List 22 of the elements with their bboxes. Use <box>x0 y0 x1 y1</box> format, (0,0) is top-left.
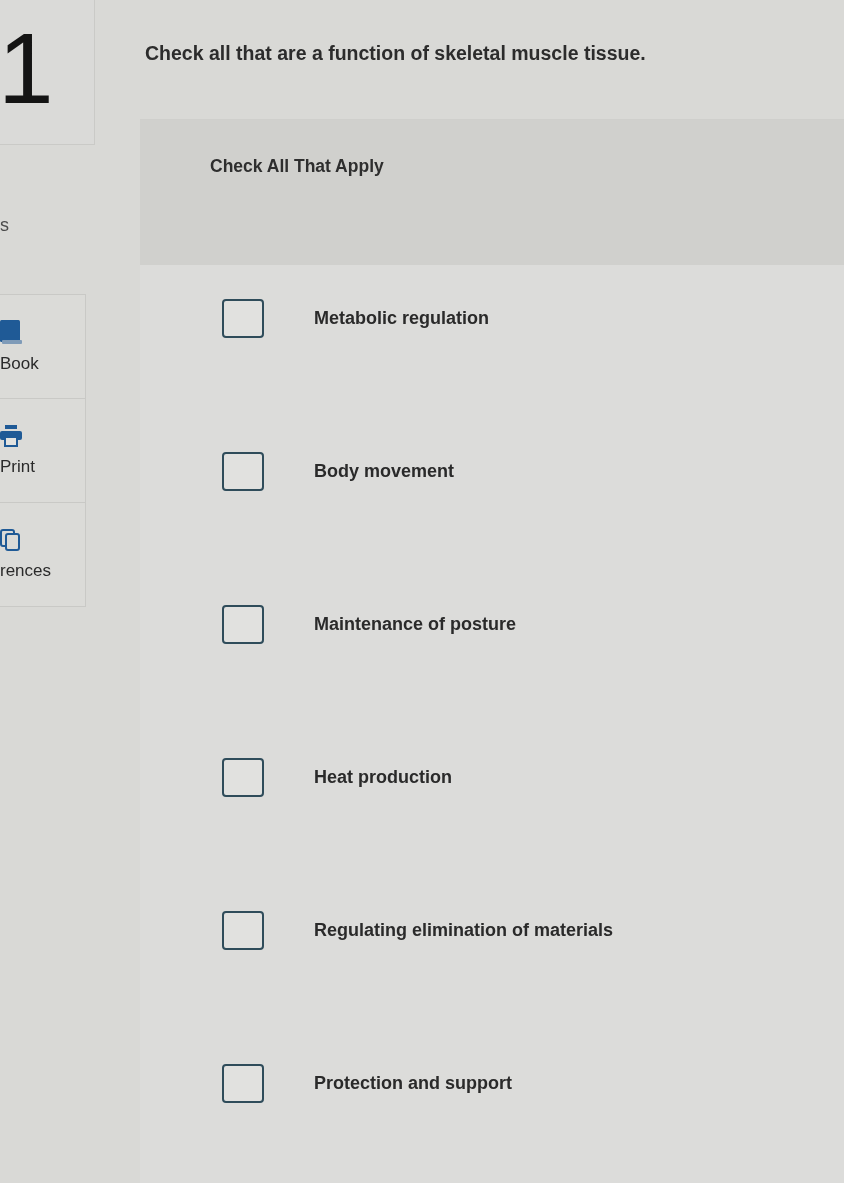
instruction-text: Check All That Apply <box>210 156 384 176</box>
checkbox[interactable] <box>222 451 264 491</box>
copy-icon <box>0 528 20 551</box>
checkbox[interactable] <box>222 757 264 797</box>
printer-icon <box>0 424 22 447</box>
checkbox[interactable] <box>222 298 264 338</box>
option-label: Heat production <box>314 766 452 788</box>
checkbox[interactable] <box>222 604 264 644</box>
option-label: Protection and support <box>314 1072 512 1094</box>
question-text: Check all that are a function of skeletal muscle tissue. <box>145 41 647 66</box>
option-label: Maintenance of posture <box>314 613 517 635</box>
book-icon <box>0 319 22 344</box>
references-button[interactable]: rences <box>0 502 86 607</box>
checkbox[interactable] <box>222 910 264 950</box>
book-button[interactable]: Book <box>0 294 86 399</box>
print-button[interactable]: Print <box>0 398 86 503</box>
option-label: Regulating elimination of materials <box>314 919 614 941</box>
option-label: Body movement <box>314 460 455 482</box>
option-label: Metabolic regulation <box>314 307 490 329</box>
question-number: 1 <box>0 18 54 118</box>
points-label: s <box>0 215 9 235</box>
checkbox[interactable] <box>222 1063 264 1103</box>
